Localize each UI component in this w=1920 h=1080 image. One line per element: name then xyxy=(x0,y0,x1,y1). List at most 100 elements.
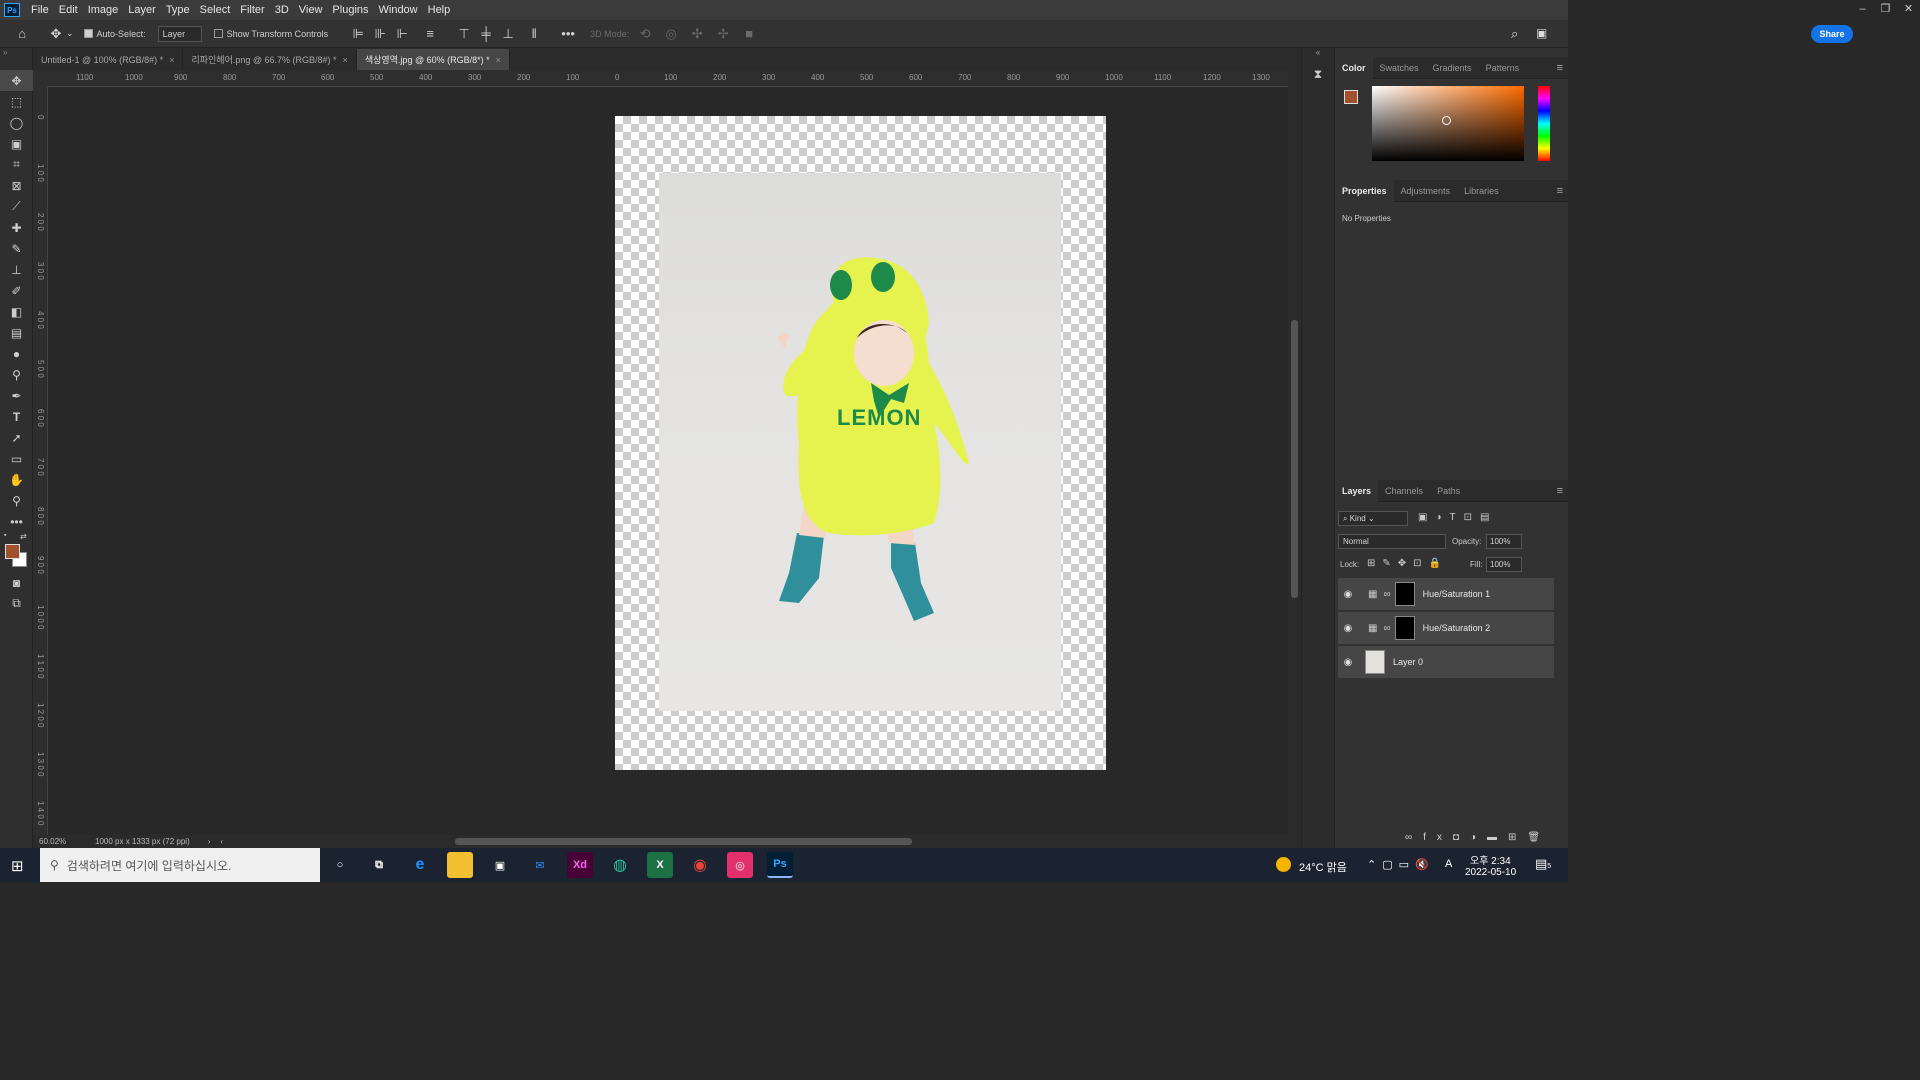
chevron-right-icon[interactable]: › xyxy=(208,837,211,846)
cortana-icon[interactable]: ○ xyxy=(327,852,353,878)
move-tool-icon[interactable]: ✥ xyxy=(0,70,33,91)
app-icon[interactable]: ◎ xyxy=(727,852,753,878)
eye-icon[interactable]: ◉ xyxy=(1338,657,1358,668)
3d-slide-icon[interactable]: ✢ xyxy=(713,24,733,44)
history-brush-icon[interactable]: ✐ xyxy=(0,280,33,301)
quick-mask-icon[interactable]: ◙ xyxy=(0,572,33,593)
menu-type[interactable]: Type xyxy=(161,0,195,20)
3d-camera-icon[interactable]: ■ xyxy=(739,24,759,44)
3d-pan-icon[interactable]: ✣ xyxy=(687,24,707,44)
close-tab-icon[interactable]: × xyxy=(169,55,174,65)
tab-channels[interactable]: Channels xyxy=(1378,480,1430,502)
home-icon[interactable]: ⌂ xyxy=(12,24,32,44)
weather-icon[interactable] xyxy=(1276,857,1291,872)
stamp-tool-icon[interactable]: ⊥ xyxy=(0,259,33,280)
menu-view[interactable]: View xyxy=(294,0,328,20)
file-explorer-icon[interactable] xyxy=(447,852,473,878)
photoshop-taskbar-icon[interactable]: Ps xyxy=(767,852,793,878)
panel-menu-icon[interactable]: ≡ xyxy=(1557,62,1563,74)
marquee-tool-icon[interactable]: ⬚ xyxy=(0,91,33,112)
menu-3d[interactable]: 3D xyxy=(270,0,294,20)
edge-icon[interactable]: ◍ xyxy=(607,852,633,878)
pen-tool-icon[interactable]: ✒ xyxy=(0,385,33,406)
layer-kind-filter[interactable]: ⌕ Kind ⌄ xyxy=(1338,511,1408,526)
menu-help[interactable]: Help xyxy=(423,0,456,20)
align-center-icon[interactable]: ⊪ xyxy=(370,24,390,44)
lock-icons[interactable]: ⊞✎✥⊡🔒 xyxy=(1367,558,1448,569)
type-tool-icon[interactable]: T xyxy=(0,406,33,427)
taskbar-time[interactable]: 오후 2:34 xyxy=(1470,852,1511,867)
restore-icon[interactable]: ❐ xyxy=(1874,0,1897,20)
history-panel-icon[interactable]: ⧗ xyxy=(1302,67,1334,82)
ie-icon[interactable]: e xyxy=(407,852,433,878)
eye-icon[interactable]: ◉ xyxy=(1338,623,1358,634)
align-middle-icon[interactable]: ╪ xyxy=(476,24,496,44)
default-colors-icon[interactable]: ▪ xyxy=(4,532,6,539)
screen-mode-icon[interactable]: ⧉ xyxy=(0,593,33,614)
share-button[interactable]: Share xyxy=(1811,25,1853,43)
chevron-down-icon[interactable]: ⌄ xyxy=(66,24,74,44)
object-select-icon[interactable]: ▣ xyxy=(0,133,33,154)
horizontal-scroll-thumb[interactable] xyxy=(455,838,912,845)
foreground-color-swatch[interactable] xyxy=(1344,90,1358,104)
tab-color[interactable]: Color xyxy=(1335,56,1373,79)
store-icon[interactable]: ▣ xyxy=(487,852,513,878)
tab-color-range[interactable]: 색상영역.jpg @ 60% (RGB/8*) * × xyxy=(356,49,510,70)
3d-orbit-icon[interactable]: ⟲ xyxy=(635,24,655,44)
collapse-icon[interactable]: » xyxy=(0,48,32,70)
tab-adjustments[interactable]: Adjustments xyxy=(1394,180,1458,202)
adobe-xd-icon[interactable]: Xd xyxy=(567,852,593,878)
healing-brush-icon[interactable]: ✚ xyxy=(0,217,33,238)
excel-icon[interactable]: X xyxy=(647,852,673,878)
opacity-input[interactable]: 100% xyxy=(1486,534,1522,549)
panel-menu-icon[interactable]: ≡ xyxy=(1557,185,1563,197)
tab-layers[interactable]: Layers xyxy=(1335,479,1379,502)
gradient-tool-icon[interactable]: ▤ xyxy=(0,322,33,343)
auto-select-dropdown[interactable]: Layer xyxy=(157,25,202,42)
taskbar-search-input[interactable]: ⚲ 검색하려면 여기에 입력하십시오. xyxy=(40,848,320,882)
distribute-vertical-icon[interactable]: ‖ xyxy=(524,24,544,44)
menu-filter[interactable]: Filter xyxy=(235,0,269,20)
align-left-icon[interactable]: ⊫ xyxy=(348,24,368,44)
foreground-color-swatch[interactable] xyxy=(5,544,20,559)
workspace-icon[interactable]: ▣ xyxy=(1536,26,1547,40)
close-tab-icon[interactable]: × xyxy=(343,55,348,65)
taskbar-date[interactable]: 2022-05-10 xyxy=(1465,867,1516,878)
brush-tool-icon[interactable]: ✎ xyxy=(0,238,33,259)
eye-icon[interactable]: ◉ xyxy=(1338,589,1358,600)
scroll-thumb[interactable] xyxy=(1291,320,1298,598)
distribute-icon[interactable]: ≡ xyxy=(420,24,440,44)
menu-image[interactable]: Image xyxy=(83,0,124,20)
tab-refine-hair[interactable]: 리파인헤어.png @ 66.7% (RGB/8#) * × xyxy=(183,49,357,70)
rectangle-tool-icon[interactable]: ▭ xyxy=(0,448,33,469)
hue-slider[interactable] xyxy=(1538,86,1550,161)
layer-row[interactable]: ◉ ▦ ∞ Hue/Saturation 2 xyxy=(1338,612,1554,645)
close-tab-icon[interactable]: × xyxy=(496,55,501,65)
blur-tool-icon[interactable]: ● xyxy=(0,343,33,364)
3d-roll-icon[interactable]: ◎ xyxy=(661,24,681,44)
lasso-tool-icon[interactable]: ◯ xyxy=(0,112,33,133)
zoom-level[interactable]: 60.02% xyxy=(39,837,89,846)
notification-icon[interactable]: ▤5 xyxy=(1535,856,1551,872)
chrome-icon[interactable]: ◉ xyxy=(687,852,713,878)
layer-row[interactable]: ◉ ▦ ∞ Hue/Saturation 1 xyxy=(1338,578,1554,611)
layers-footer-icons[interactable]: ∞fx◘◑▬⊞🗑 xyxy=(1405,832,1551,843)
tab-patterns[interactable]: Patterns xyxy=(1479,57,1527,79)
layer-mask-thumbnail[interactable] xyxy=(1394,582,1415,606)
path-select-icon[interactable]: ➚ xyxy=(0,427,33,448)
menu-select[interactable]: Select xyxy=(195,0,236,20)
menu-file[interactable]: File xyxy=(26,0,54,20)
color-picker-cursor[interactable] xyxy=(1442,116,1451,125)
search-icon[interactable]: ⌕ xyxy=(1511,26,1518,42)
show-transform-checkbox[interactable]: Show Transform Controls xyxy=(213,24,328,44)
menu-plugins[interactable]: Plugins xyxy=(327,0,373,20)
chevron-left-icon[interactable]: ‹ xyxy=(220,837,223,846)
menu-window[interactable]: Window xyxy=(374,0,423,20)
tab-untitled-1[interactable]: Untitled-1 @ 100% (RGB/8#) * × xyxy=(33,49,184,70)
mail-icon[interactable]: ✉ xyxy=(527,852,553,878)
baby-photo[interactable]: LEMON xyxy=(659,173,1061,711)
align-bottom-icon[interactable]: ⊥ xyxy=(498,24,518,44)
more-options-icon[interactable]: ••• xyxy=(558,24,578,44)
layer-thumbnail[interactable] xyxy=(1365,650,1385,674)
menu-edit[interactable]: Edit xyxy=(54,0,83,20)
